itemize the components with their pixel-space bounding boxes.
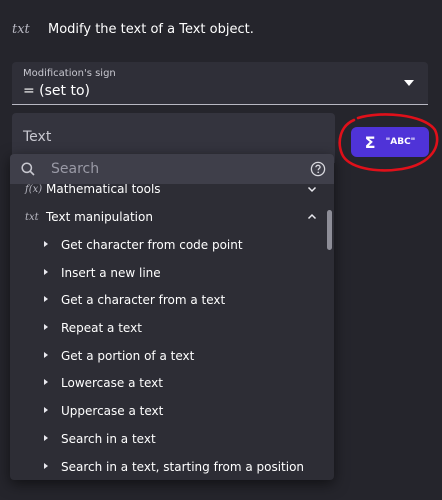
function-label: Repeat a text (61, 321, 142, 336)
help-icon[interactable] (310, 161, 326, 177)
search-bar (10, 154, 334, 184)
instruction-title: Modify the text of a Text object. (48, 22, 254, 37)
expand-arrow-icon[interactable] (44, 407, 48, 414)
function-label: Search in a text (61, 431, 156, 446)
function-label: Get a character from a text (61, 293, 226, 308)
category-label: Mathematical tools (46, 182, 161, 196)
search-icon (21, 162, 35, 176)
string-expression-button[interactable]: Σ "ABC" (351, 127, 429, 157)
expand-arrow-icon[interactable] (44, 434, 48, 441)
txt-icon: txt (25, 212, 39, 223)
function-item[interactable]: Insert a new line (10, 260, 328, 288)
expand-arrow-icon[interactable] (44, 241, 48, 247)
modification-sign-label: Modification's sign (23, 68, 116, 79)
modification-sign-select[interactable]: Modification's sign = (set to) (12, 62, 428, 105)
expand-arrow-icon[interactable] (44, 351, 48, 358)
function-list: f(x) Mathematical tools txt Text manipul… (10, 176, 328, 480)
function-label: Uppercase a text (61, 404, 164, 419)
modification-sign-value: = (set to) (23, 83, 91, 99)
function-label: Get character from code point (61, 238, 243, 252)
category-label: Text manipulation (46, 210, 153, 224)
function-item[interactable]: Uppercase a text (10, 398, 328, 426)
function-item[interactable]: Repeat a text (10, 315, 328, 343)
text-object-icon: txt (12, 22, 30, 37)
expand-arrow-icon[interactable] (44, 379, 48, 386)
expand-arrow-icon[interactable] (44, 296, 48, 303)
expression-autocomplete-popup: f(x) Mathematical tools txt Text manipul… (10, 154, 334, 480)
chevron-down-icon[interactable] (307, 184, 317, 194)
function-item[interactable]: Search in a text, starting from a positi… (10, 454, 328, 481)
function-item[interactable]: Get character from code point (10, 232, 328, 260)
search-input[interactable] (49, 160, 310, 178)
function-item[interactable]: Get a character from a text (10, 287, 328, 315)
category-text-manipulation[interactable]: txt Text manipulation (10, 204, 328, 232)
function-label: Get a portion of a text (61, 348, 195, 363)
expand-arrow-icon[interactable] (44, 462, 48, 469)
function-item[interactable]: Search in a text (10, 426, 328, 454)
instruction-header: txt Modify the text of a Text object. (12, 22, 254, 37)
list-scrollbar[interactable] (327, 210, 332, 250)
abc-label: "ABC" (385, 137, 416, 147)
sigma-icon: Σ (364, 132, 376, 152)
function-label: Search in a text, starting from a positi… (61, 459, 305, 474)
function-label: Insert a new line (61, 265, 161, 280)
text-field-label: Text (23, 129, 52, 145)
function-item[interactable]: Lowercase a text (10, 370, 328, 398)
function-item[interactable]: Get a portion of a text (10, 343, 328, 371)
expand-arrow-icon[interactable] (44, 268, 48, 275)
function-label: Lowercase a text (61, 376, 163, 391)
expand-arrow-icon[interactable] (44, 324, 48, 331)
fx-icon: f(x) (25, 184, 43, 195)
dropdown-arrow-icon[interactable] (404, 80, 414, 86)
chevron-up-icon[interactable] (307, 212, 317, 222)
